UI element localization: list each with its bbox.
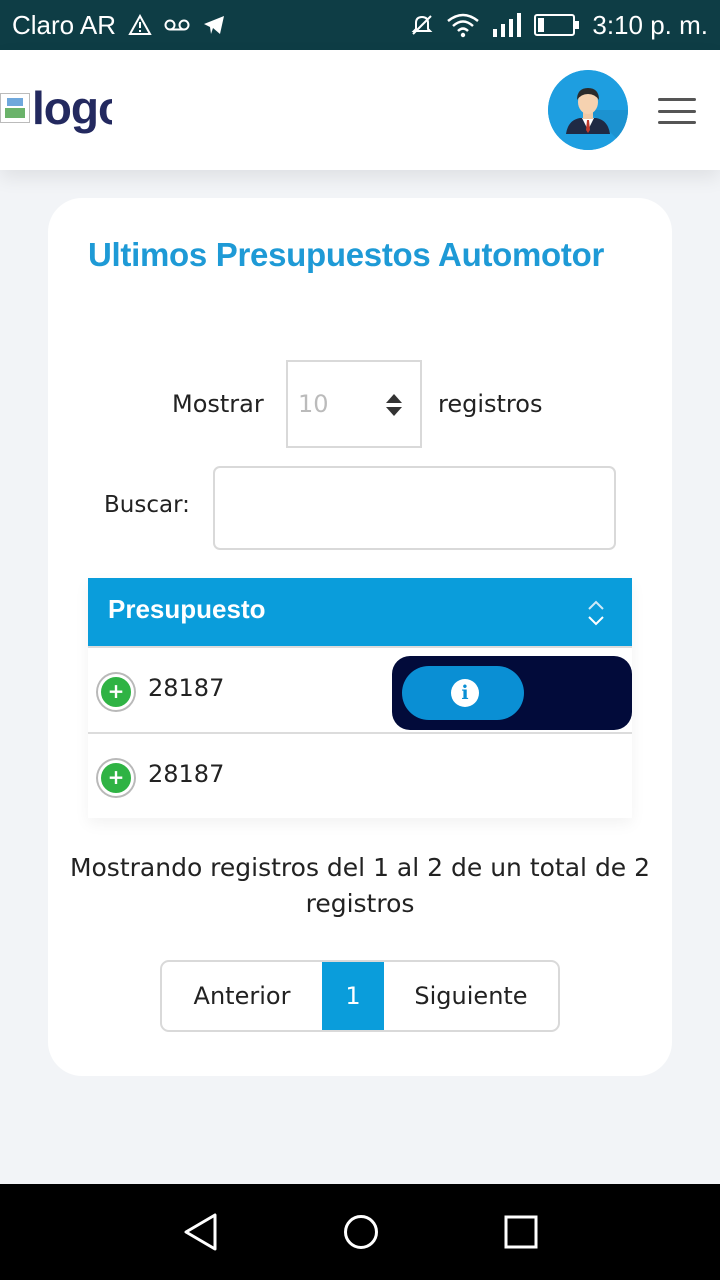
search-row: Buscar: <box>48 466 672 550</box>
select-value: 10 <box>298 390 329 418</box>
length-menu: Mostrar 10 registros <box>48 360 672 450</box>
broken-image-icon <box>0 93 30 123</box>
length-prefix-label: Mostrar <box>172 390 264 418</box>
info-button[interactable]: i <box>402 666 524 720</box>
entries-per-page-select[interactable]: 10 <box>286 360 422 448</box>
signal-icon <box>492 13 522 37</box>
quote-number: 28187 <box>148 760 225 788</box>
mute-icon <box>410 13 434 37</box>
quotes-table: Presupuesto + 28187 i + 28187 <box>88 578 632 818</box>
select-arrows-icon <box>386 394 402 418</box>
home-icon[interactable] <box>342 1212 380 1252</box>
app-header: logo <box>0 50 720 170</box>
row-actions: i <box>392 656 632 730</box>
logo[interactable]: logo <box>0 78 112 138</box>
pagination: Anterior 1 Siguiente <box>160 960 560 1032</box>
hamburger-menu-icon[interactable] <box>658 98 696 124</box>
previous-page-button[interactable]: Anterior <box>162 962 322 1030</box>
system-nav-bar <box>0 1184 720 1280</box>
warning-icon <box>128 14 152 36</box>
battery-icon <box>534 14 580 36</box>
logo-alt-text: logo <box>32 82 112 134</box>
expand-row-icon[interactable]: + <box>98 674 134 710</box>
search-input[interactable] <box>213 466 616 550</box>
clock: 3:10 p. m. <box>592 9 708 40</box>
column-header-presupuesto[interactable]: Presupuesto <box>88 578 632 646</box>
user-avatar-icon[interactable] <box>548 70 628 150</box>
next-page-button[interactable]: Siguiente <box>384 962 558 1030</box>
back-icon[interactable] <box>182 1212 220 1252</box>
table-info: Mostrando registros del 1 al 2 de un tot… <box>69 853 651 918</box>
sort-icon <box>588 600 604 626</box>
page-title: Ultimos Presupuestos Automotor <box>88 236 604 273</box>
telegram-icon <box>202 14 226 36</box>
wifi-icon <box>446 12 480 38</box>
table-row[interactable]: + 28187 <box>88 732 632 818</box>
status-bar: Claro AR 3:10 p. m. <box>0 0 720 50</box>
column-header-label: Presupuesto <box>108 594 266 624</box>
carrier-label: Claro AR <box>12 9 117 40</box>
expand-row-icon[interactable]: + <box>98 760 134 796</box>
voicemail-icon <box>164 18 190 32</box>
recents-icon[interactable] <box>502 1212 540 1252</box>
table-row[interactable]: + 28187 i <box>88 646 632 732</box>
quote-number: 28187 <box>148 674 225 702</box>
quotes-card: Ultimos Presupuestos Automotor Mostrar 1… <box>48 198 672 1076</box>
page-1-button[interactable]: 1 <box>322 962 384 1030</box>
info-icon: i <box>451 679 479 707</box>
search-label: Buscar: <box>104 492 190 518</box>
length-suffix-label: registros <box>438 390 543 418</box>
